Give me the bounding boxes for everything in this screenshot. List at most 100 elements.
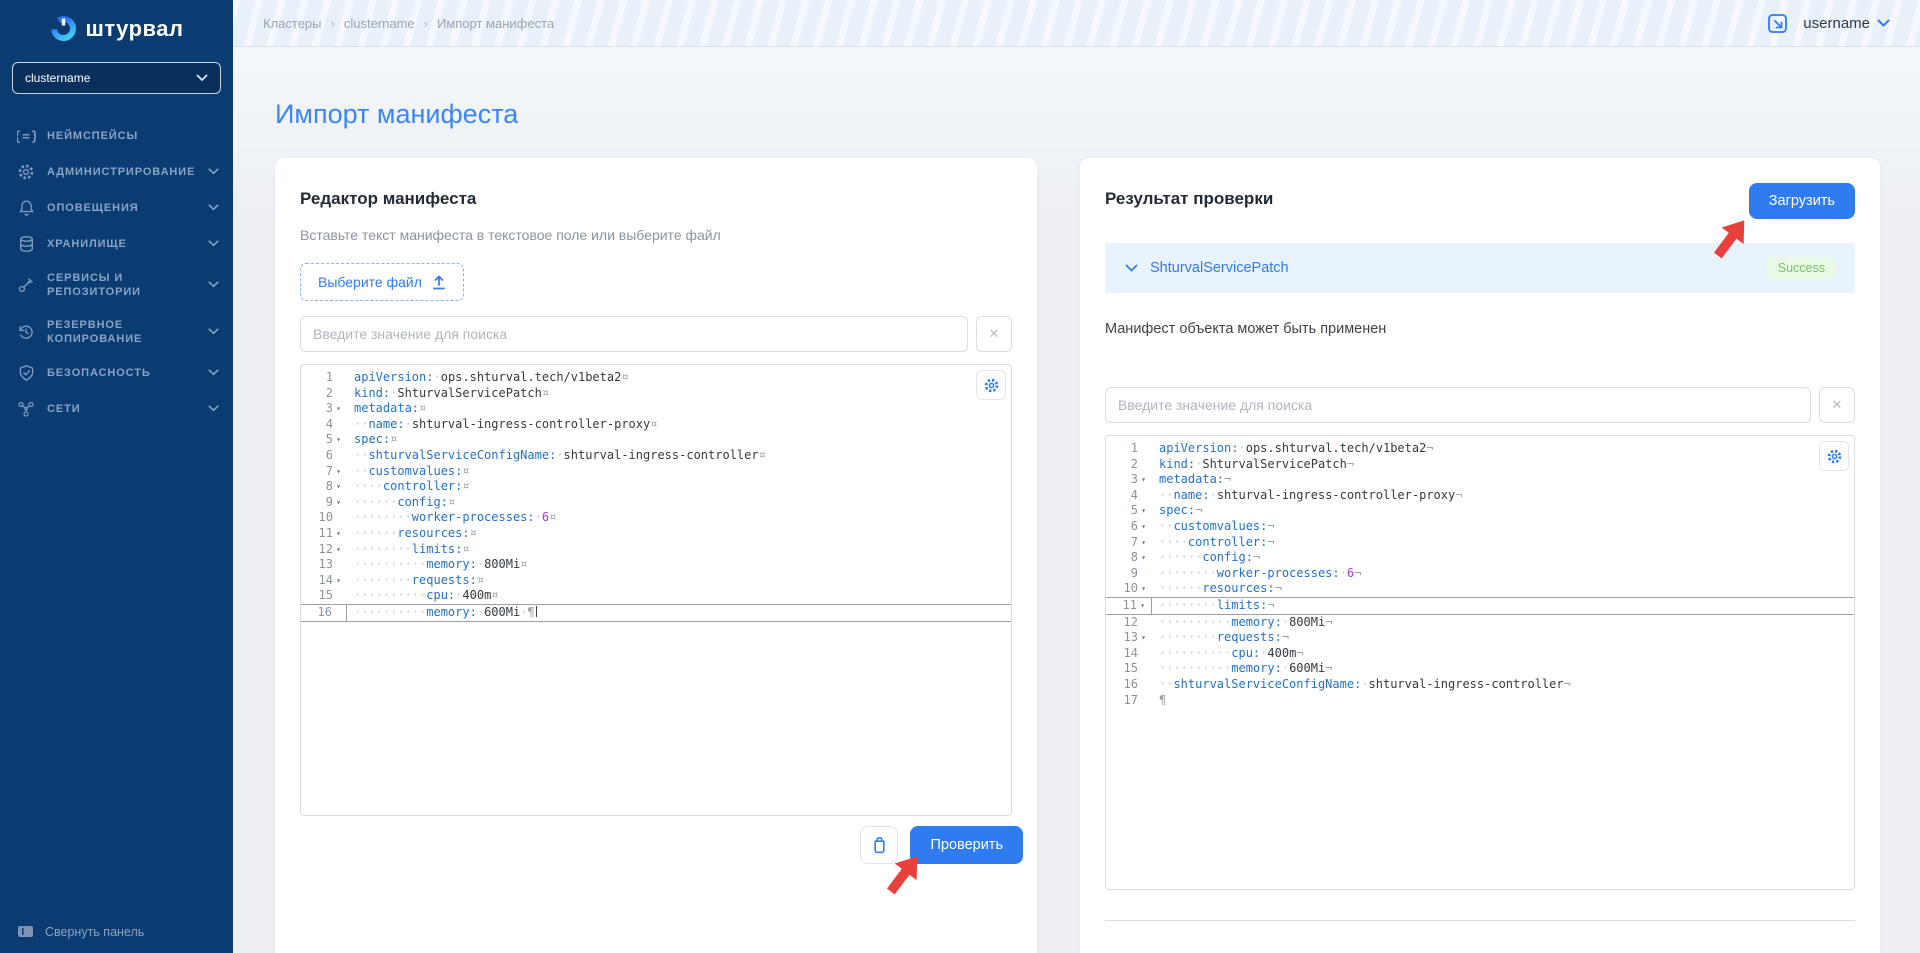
bottom-divider [1105,920,1855,921]
sidebar-item-label: АДМИНИСТРИРОВАНИЕ [47,165,196,178]
editor-card-subtitle: Вставьте текст манифеста в текстовое пол… [300,227,721,243]
fold-toggle-icon[interactable]: ▾ [333,479,344,495]
line-number: 3 [325,401,333,416]
fold-toggle-icon[interactable]: ▾ [333,526,344,542]
code-line-11: 11 ▾ ········limits:¬ [1106,596,1854,615]
code-line-16: 16 ··shturvalServiceConfigName:·shturval-… [1123,676,1571,691]
line-number: 12 [318,541,333,556]
fold-toggle-icon[interactable]: ▾ [1137,598,1148,614]
trash-icon [871,836,888,854]
fold-toggle-icon[interactable]: ▾ [333,573,344,589]
fold-toggle-icon[interactable]: ▾ [1138,472,1149,488]
shield-icon [16,364,36,382]
fold-toggle-icon[interactable]: ▾ [333,401,344,417]
code-line-11: 11 ▾ ······resources:¤ [318,525,477,542]
collapse-label: Свернуть панель [45,924,145,939]
code-line-4: 4 ··name:·shturval-ingress-controller-pro… [1130,487,1463,502]
content: Импорт манифеста Редактор манифеста Вста… [233,47,1920,953]
fold-toggle-icon[interactable]: ▾ [333,464,344,480]
editor-settings-gear-icon[interactable] [976,370,1006,400]
code-line-10: 10 ········worker-processes:·6¤ [318,510,557,525]
code-line-16: 16 ··········memory:·600Mi·¶ [301,603,1011,622]
result-code-editor[interactable]: 1 apiVersion:·ops.shturval.tech/v1beta2¬ 2… [1105,435,1855,890]
editor-settings-gear-icon[interactable] [1819,441,1849,471]
sidebar-item-2[interactable]: ОПОВЕЩЕНИЯ [0,190,233,226]
network-icon [16,400,36,418]
editor-search-clear-button[interactable]: ✕ [976,316,1012,352]
result-search-row: ✕ [1105,387,1855,423]
svg-text:{=}: {=} [17,130,36,145]
sidebar-item-5[interactable]: РЕЗЕРВНОЕ КОПИРОВАНИЕ [0,309,233,356]
line-number: 8 [325,479,333,494]
result-search-input[interactable] [1105,387,1811,423]
chevron-down-icon [208,325,219,339]
fold-toggle-icon[interactable]: ▾ [1138,503,1149,519]
sidebar-item-label: ОПОВЕЩЕНИЯ [47,201,139,214]
status-badge: Success [1767,257,1835,279]
line-number: 14 [318,572,333,587]
code-line-15: 15 ··········cpu:·400m¤ [318,588,499,603]
chevron-down-icon [1877,15,1890,32]
collapse-panel-button[interactable]: Свернуть панель [16,922,144,941]
cluster-select[interactable]: clustername [12,62,221,94]
result-search-clear-button[interactable]: ✕ [1819,387,1855,423]
line-number: 12 [1123,614,1138,629]
line-number: 13 [1123,630,1138,645]
sidebar-item-4[interactable]: СЕРВИСЫ И РЕПОЗИТОРИИ [0,262,233,309]
sidebar-item-1[interactable]: АДМИНИСТРИРОВАНИЕ [0,154,233,190]
line-number: 3 [1130,472,1138,487]
sidebar-item-0[interactable]: {=} НЕЙМСПЕЙСЫ [0,118,233,154]
choose-file-button[interactable]: Выберите файл [300,263,464,301]
sidebar-item-label: ХРАНИЛИЩЕ [47,237,127,250]
manifest-code-editor[interactable]: 1 apiVersion:·ops.shturval.tech/v1beta2¤ 2… [300,364,1012,816]
sidebar-item-label: СЕТИ [47,403,81,416]
line-number: 1 [325,370,333,384]
code-line-14: 14 ▾ ········requests:¤ [318,572,485,589]
check-result-card: Результат проверки Загрузить ShturvalSer… [1080,158,1880,953]
fold-toggle-icon[interactable]: ▾ [333,495,344,511]
breadcrumb-item-2[interactable]: Импорт манифеста [437,16,554,31]
breadcrumb-item-0[interactable]: Кластеры [263,16,322,31]
line-number: 9 [325,494,333,509]
line-number: 5 [325,432,333,447]
code-line-1: 1 apiVersion:·ops.shturval.tech/v1beta2¬ [1130,441,1434,455]
main-area: Кластеры › clustername › Импорт манифеста us… [233,0,1920,953]
result-card-title: Результат проверки [1105,189,1274,208]
line-number: 1 [1130,441,1138,455]
sidebar-item-7[interactable]: СЕТИ [0,391,233,427]
editor-search-input[interactable] [300,316,968,352]
code-line-6: 6 ▾ ··customvalues:¬ [1130,518,1275,535]
code-line-5: 5 ▾ spec:¤ [325,432,398,448]
code-line-15: 15 ··········memory:·600Mi¬ [1123,661,1333,676]
fold-toggle-icon[interactable]: ▾ [1138,630,1149,646]
fold-toggle-icon[interactable]: ▾ [333,432,344,448]
fold-toggle-icon[interactable]: ▾ [333,542,344,558]
line-number: 11 [318,525,333,540]
exit-cluster-icon[interactable] [1766,12,1789,35]
code-line-9: 9 ········worker-processes:·6¬ [1130,565,1362,580]
breadcrumb: Кластеры › clustername › Импорт манифеста [263,16,554,31]
clear-editor-trash-button[interactable] [860,826,899,864]
resource-kind-label: ShturvalServicePatch [1150,260,1289,276]
user-menu[interactable]: username [1803,15,1890,32]
line-number: 7 [1130,534,1138,549]
upload-button[interactable]: Загрузить [1748,183,1855,219]
backup-icon [16,323,36,341]
check-button[interactable]: Проверить [910,826,1023,864]
fold-toggle-icon[interactable]: ▾ [1138,535,1149,551]
chevron-down-icon [208,201,219,215]
bell-icon [16,199,36,217]
sidebar-item-6[interactable]: БЕЗОПАСНОСТЬ [0,355,233,391]
fold-toggle-icon[interactable]: ▾ [1138,519,1149,535]
editor-actions: Проверить [860,826,1023,864]
fold-toggle-icon[interactable]: ▾ [1138,581,1149,597]
code-line-9: 9 ▾ ······config:¤ [325,494,456,511]
breadcrumb-item-1[interactable]: clustername [344,16,415,31]
line-number: 6 [1130,518,1138,533]
line-number: 10 [1123,581,1138,596]
fold-toggle-icon[interactable]: ▾ [1138,550,1149,566]
code-line-17: 17 ¶ [1123,692,1167,707]
sidebar-item-3[interactable]: ХРАНИЛИЩЕ [0,226,233,262]
chevron-down-icon [208,278,219,292]
code-line-10: 10 ▾ ······resources:¬ [1123,581,1282,597]
